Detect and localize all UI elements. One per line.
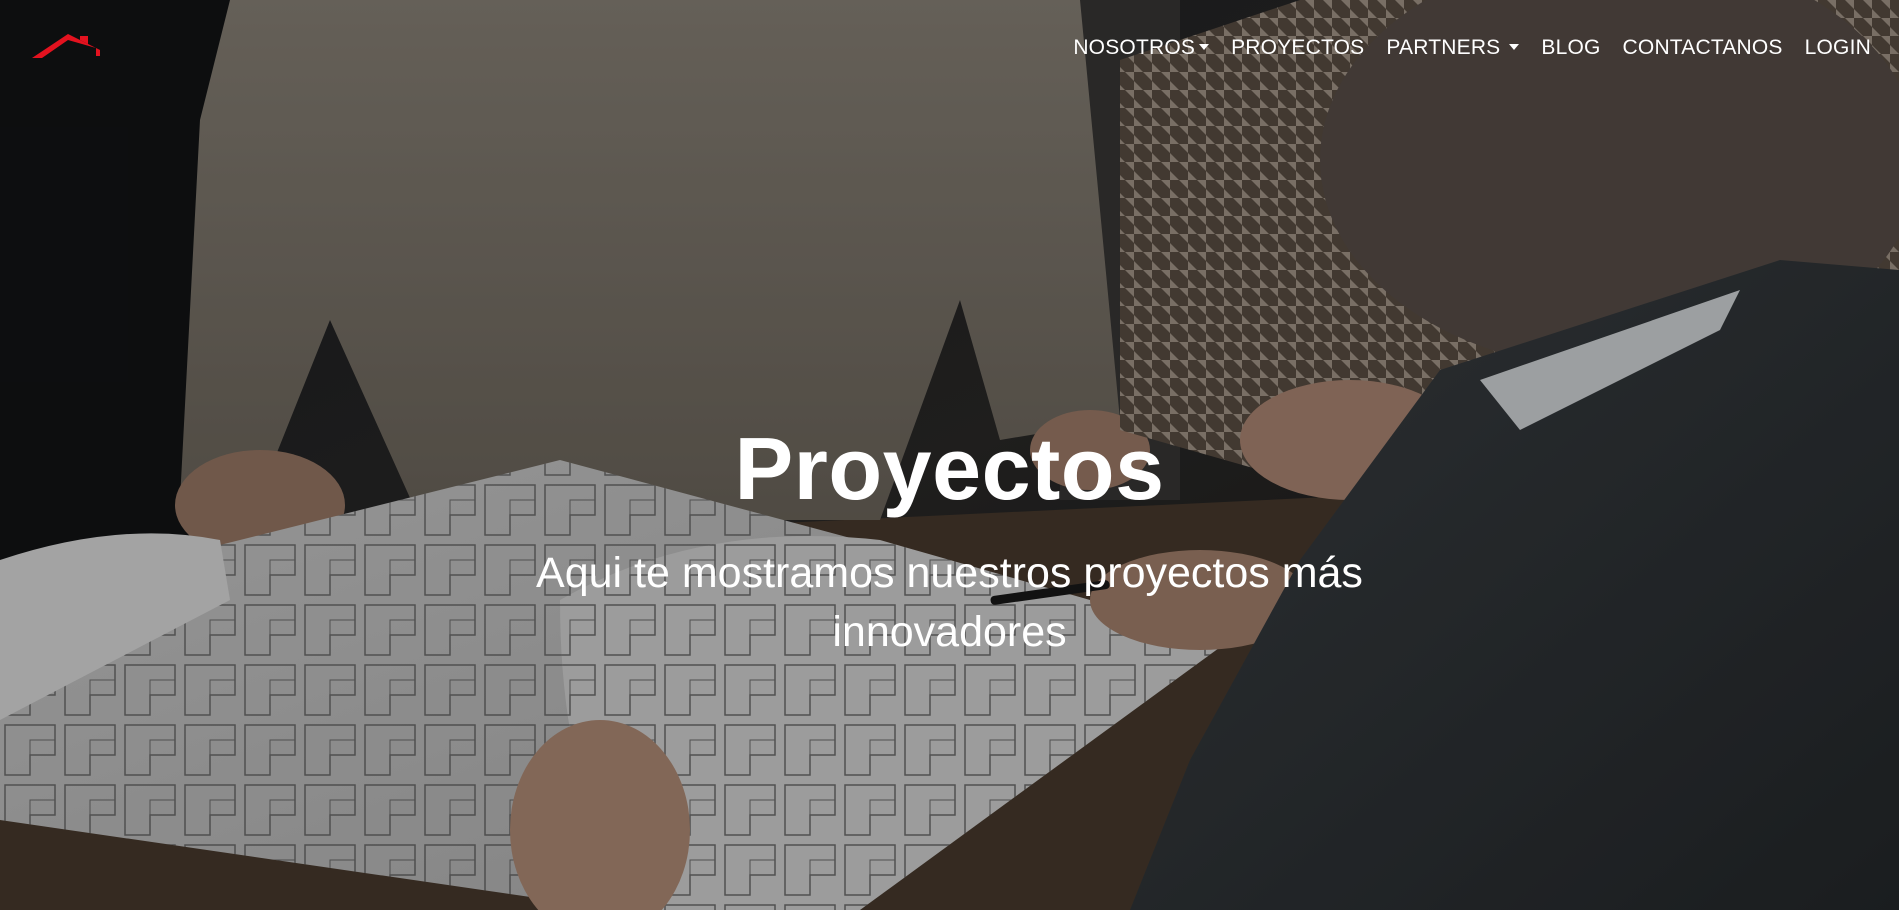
page-title: Proyectos (734, 419, 1165, 518)
page-subtitle: Aqui te mostramos nuestros proyectos más… (536, 549, 1363, 656)
nav-menu: NOSOTROS PROYECTOS PARTNERS BLOG CONTACT… (1062, 0, 1871, 96)
nav-item-label: BLOG (1541, 36, 1601, 59)
nav-item-label: PARTNERS (1386, 36, 1501, 59)
nav-item-contactanos[interactable]: CONTACTANOS (1612, 0, 1794, 96)
nav-item-nosotros[interactable]: NOSOTROS (1062, 0, 1220, 96)
nav-item-label: CONTACTANOS (1622, 36, 1783, 59)
nav-item-proyectos[interactable]: PROYECTOS (1220, 0, 1375, 96)
nav-item-blog[interactable]: BLOG (1530, 0, 1611, 96)
logo-link[interactable] (28, 28, 104, 68)
hero-section: NOSOTROS PROYECTOS PARTNERS BLOG CONTACT… (0, 0, 1899, 910)
hero-copy: Proyectos Aqui te mostramos nuestros pro… (0, 414, 1899, 662)
nav-item-partners[interactable]: PARTNERS (1375, 0, 1530, 96)
nav-item-login[interactable]: LOGIN (1794, 0, 1871, 96)
caret-down-icon (1509, 44, 1520, 50)
nav-item-label: PROYECTOS (1231, 36, 1365, 59)
nav-item-label: LOGIN (1804, 36, 1871, 59)
nav-item-label: NOSOTROS (1073, 36, 1196, 59)
caret-down-icon (1199, 44, 1210, 50)
top-navbar: NOSOTROS PROYECTOS PARTNERS BLOG CONTACT… (0, 0, 1899, 96)
roof-icon (32, 34, 100, 58)
